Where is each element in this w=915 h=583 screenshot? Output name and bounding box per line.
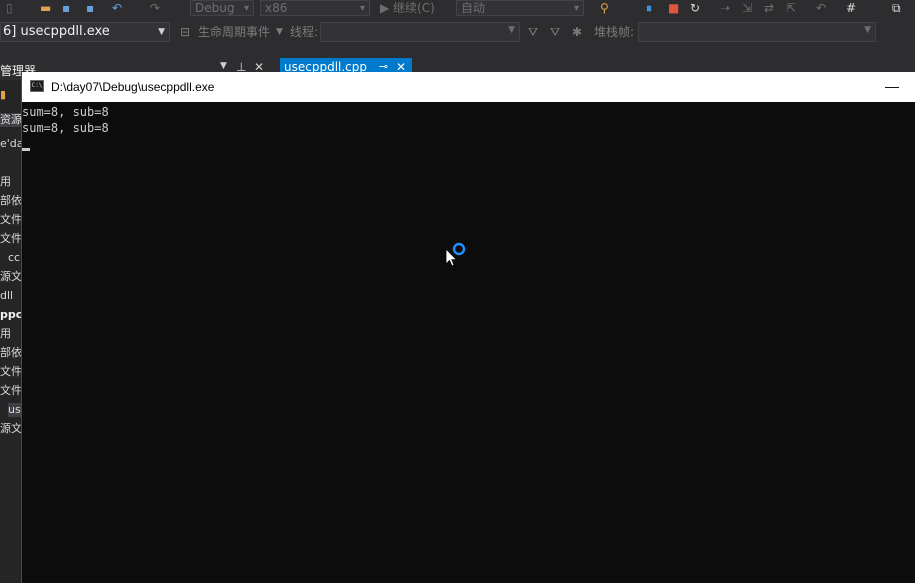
tree-item[interactable]: 源文 <box>0 422 22 436</box>
vs-location-toolbar: 6] usecppdll.exe ▼ ⊟ 生命周期事件 ▼ 线程: ▼ ⛛ ⛛ ✱… <box>0 20 915 44</box>
chevron-down-icon: ▾ <box>243 3 249 14</box>
input-line[interactable] <box>22 136 915 152</box>
continue-button[interactable]: ▶ 继续(C) <box>380 1 435 16</box>
tree-item[interactable]: us <box>8 403 22 417</box>
thread-label: 线程: <box>290 25 319 39</box>
tree-item[interactable]: 文件 <box>0 213 22 227</box>
save-all-icon[interactable]: ▯ <box>6 1 13 16</box>
platform-select[interactable]: x86 ▾ <box>260 0 370 16</box>
tree-item[interactable]: dll <box>0 289 22 303</box>
text-caret <box>22 148 30 151</box>
tree-item[interactable]: 文件 <box>0 365 22 379</box>
chevron-down-icon: ▼ <box>508 25 515 35</box>
lifecycle-events-button[interactable]: 生命周期事件 <box>198 24 270 40</box>
process-select[interactable]: 6] usecppdll.exe ▼ <box>0 22 170 42</box>
chevron-down-icon: ▼ <box>864 25 871 35</box>
tree-item[interactable]: 部依 <box>0 346 22 360</box>
thread-select[interactable]: ▼ <box>320 22 520 42</box>
find-icon[interactable]: ⚲ <box>600 1 609 16</box>
console-app-icon: C:\ <box>30 80 44 92</box>
open-folder-icon[interactable]: ▬ <box>40 1 51 16</box>
output-line: sum=8, sub=8 <box>22 121 109 135</box>
chevron-down-icon: ▼ <box>276 27 283 37</box>
window-icon[interactable]: ⧉ <box>892 1 901 16</box>
tree-item[interactable]: 用 <box>0 327 22 341</box>
tree-item[interactable]: 用 <box>0 175 22 189</box>
step-out-icon[interactable]: ⇱ <box>786 1 796 16</box>
config-select[interactable]: Debug ▾ <box>190 0 254 16</box>
chevron-down-icon: ▾ <box>573 3 579 14</box>
step-into-icon[interactable]: ⇲ <box>742 1 752 16</box>
stop-icon[interactable]: ■ <box>668 1 679 16</box>
flag-threads-icon[interactable]: ⛛ <box>550 24 560 40</box>
tree-item[interactable]: ▮ <box>0 88 22 102</box>
tree-item[interactable]: 部依 <box>0 194 22 208</box>
undo-icon[interactable]: ↶ <box>112 1 122 16</box>
tree-item[interactable]: 文件 <box>0 384 22 398</box>
tree-item[interactable]: 源文 <box>0 270 22 284</box>
console-titlebar[interactable]: C:\ D:\day07\Debug\usecppdll.exe — <box>22 72 915 102</box>
undo-step-icon[interactable]: ↶ <box>816 1 826 16</box>
folder-icon: ▮ <box>0 88 7 101</box>
save-all-button-icon[interactable]: ▪ <box>86 1 94 16</box>
lifecycle-events-icon[interactable]: ⊟ <box>180 24 190 40</box>
expand-icon[interactable]: ✱ <box>572 24 582 40</box>
busy-pointer-icon <box>445 242 466 267</box>
console-output[interactable]: sum=8, sub=8 sum=8, sub=8 <box>22 102 915 583</box>
minimize-button[interactable]: — <box>869 72 915 102</box>
tree-item[interactable]: e'da <box>0 137 22 151</box>
redo-icon[interactable]: ↷ <box>150 1 160 16</box>
filter-icon[interactable]: ⛛ <box>528 24 538 40</box>
chevron-down-icon[interactable]: ▼ <box>220 61 227 71</box>
chevron-down-icon: ▼ <box>158 27 165 37</box>
output-line: sum=8, sub=8 <box>22 105 109 119</box>
chevron-down-icon: ▾ <box>359 3 365 14</box>
window-title: D:\day07\Debug\usecppdll.exe <box>51 80 215 94</box>
solution-explorer-tree: ▮ 资源 e'da 用 部依 文件 文件 cc 源文 dll ppc 用 部依 … <box>0 80 22 583</box>
tree-item[interactable]: cc <box>8 251 22 265</box>
tree-item[interactable]: 资源 <box>0 113 22 127</box>
stackframe-select[interactable]: ▼ <box>638 22 876 42</box>
hex-display-icon[interactable]: # <box>846 1 856 16</box>
auto-select[interactable]: 自动 ▾ <box>456 0 584 16</box>
stackframe-label: 堆栈帧: <box>594 25 635 39</box>
tree-item[interactable]: 文件 <box>0 232 22 246</box>
tree-item-project[interactable]: ppc <box>0 308 22 322</box>
vs-debug-toolbar: ▯ ▬ ▪ ▪ ↶ ↷ Debug ▾ x86 ▾ ▶ 继续(C) 自动 ▾ ⚲ ⏸ … <box>0 0 915 18</box>
restart-icon[interactable]: ↻ <box>690 1 700 16</box>
step-over-icon[interactable]: ⇄ <box>764 1 774 16</box>
pause-icon[interactable]: ⏸ <box>646 1 652 16</box>
console-window[interactable]: C:\ D:\day07\Debug\usecppdll.exe — sum=8… <box>21 72 915 583</box>
save-icon[interactable]: ▪ <box>62 1 70 16</box>
show-next-statement-icon[interactable]: ➝ <box>720 1 730 16</box>
